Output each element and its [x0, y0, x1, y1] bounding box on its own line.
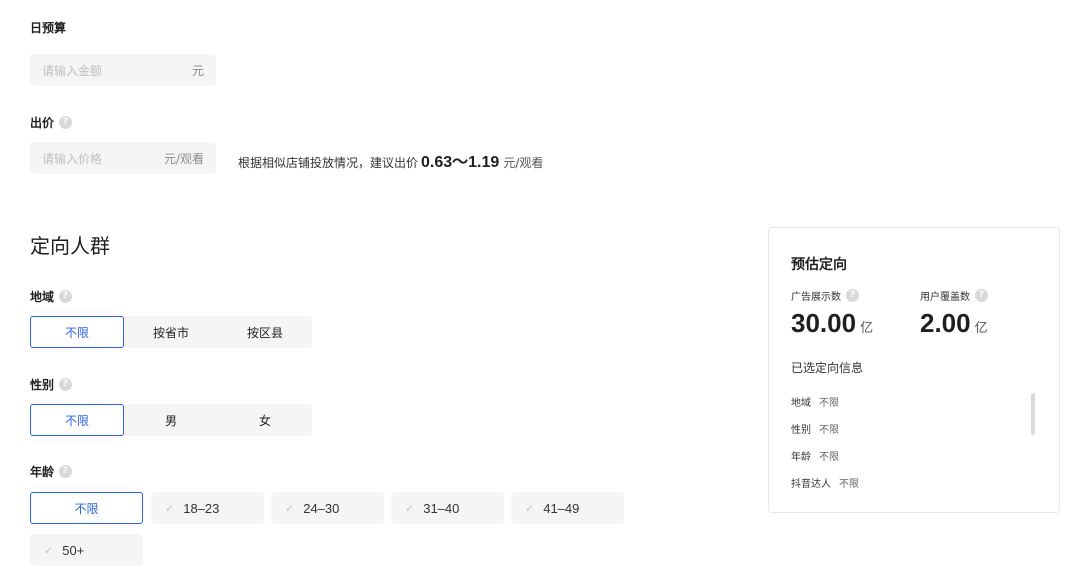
gender-option-unlimited[interactable]: 不限	[30, 404, 124, 436]
coverage-label: 用户覆盖数 ?	[920, 288, 988, 303]
age-option-31-40[interactable]: ✓ 31–40	[391, 492, 504, 524]
gender-option-female[interactable]: 女	[218, 404, 312, 436]
bid-input-placeholder: 请输入价格	[42, 151, 103, 166]
selected-item: 地域 不限	[791, 398, 839, 409]
budget-input[interactable]: 请输入金额 元	[30, 54, 216, 86]
region-label: 地域 ?	[30, 288, 73, 305]
estimate-title: 预估定向	[791, 257, 847, 273]
targeting-title: 定向人群	[30, 234, 110, 258]
bid-input[interactable]: 请输入价格 元/观看	[30, 142, 216, 174]
help-icon[interactable]: ?	[59, 465, 73, 478]
help-icon[interactable]: ?	[846, 289, 859, 302]
region-option-province[interactable]: 按省市	[124, 316, 218, 348]
help-icon[interactable]: ?	[59, 290, 73, 303]
budget-input-suffix: 元	[191, 63, 204, 78]
bid-suggestion-unit: 元/观看	[503, 156, 544, 170]
check-icon: ✓	[285, 502, 295, 515]
region-option-unlimited[interactable]: 不限	[30, 316, 124, 348]
coverage-value: 2.00	[920, 308, 971, 338]
check-icon: ✓	[44, 544, 54, 557]
bid-label: 出价 ?	[30, 114, 73, 131]
bid-input-suffix: 元/观看	[163, 151, 204, 166]
gender-segmented-control: 不限 男 女	[30, 404, 312, 436]
help-icon[interactable]: ?	[975, 289, 988, 302]
gender-label: 性别 ?	[30, 376, 73, 393]
check-icon: ✓	[405, 502, 415, 515]
impressions-metric: 30.00 亿	[791, 308, 873, 339]
age-option-unlimited[interactable]: 不限	[30, 492, 143, 524]
region-option-district[interactable]: 按区县	[218, 316, 312, 348]
selected-info-scrollbar[interactable]	[1031, 393, 1035, 435]
help-icon[interactable]: ?	[59, 116, 73, 129]
region-segmented-control: 不限 按省市 按区县	[30, 316, 312, 348]
age-option-24-30[interactable]: ✓ 24–30	[271, 492, 384, 524]
age-option-41-49[interactable]: ✓ 41–49	[511, 492, 624, 524]
age-label: 年龄 ?	[30, 463, 73, 480]
coverage-unit: 亿	[974, 321, 988, 336]
help-icon[interactable]: ?	[59, 378, 73, 391]
selected-item: 年龄 不限	[791, 452, 839, 463]
bid-suggestion-range: 0.63～1.19	[421, 154, 500, 171]
gender-option-male[interactable]: 男	[124, 404, 218, 436]
age-option-50-plus[interactable]: ✓ 50+	[30, 534, 143, 566]
age-option-18-23[interactable]: ✓ 18–23	[151, 492, 264, 524]
check-icon: ✓	[165, 502, 175, 515]
selected-item: 性别 不限	[791, 425, 839, 436]
check-icon: ✓	[525, 502, 535, 515]
selected-item: 抖音达人 不限	[791, 479, 859, 490]
estimate-panel: 预估定向 广告展示数 ? 30.00 亿 用户覆盖数 ? 2.00 亿 已选定向…	[768, 227, 1060, 513]
impressions-label: 广告展示数 ?	[791, 288, 859, 303]
impressions-unit: 亿	[860, 321, 874, 336]
budget-input-placeholder: 请输入金额	[42, 63, 103, 78]
budget-label: 日预算	[30, 21, 67, 35]
coverage-metric: 2.00 亿	[920, 308, 988, 339]
impressions-value: 30.00	[791, 308, 857, 338]
bid-suggestion: 根据相似店铺投放情况，建议出价 0.63～1.19 元/观看	[238, 148, 543, 172]
bid-suggestion-text: 根据相似店铺投放情况，建议出价	[238, 156, 419, 170]
selected-info-title: 已选定向信息	[791, 361, 864, 375]
